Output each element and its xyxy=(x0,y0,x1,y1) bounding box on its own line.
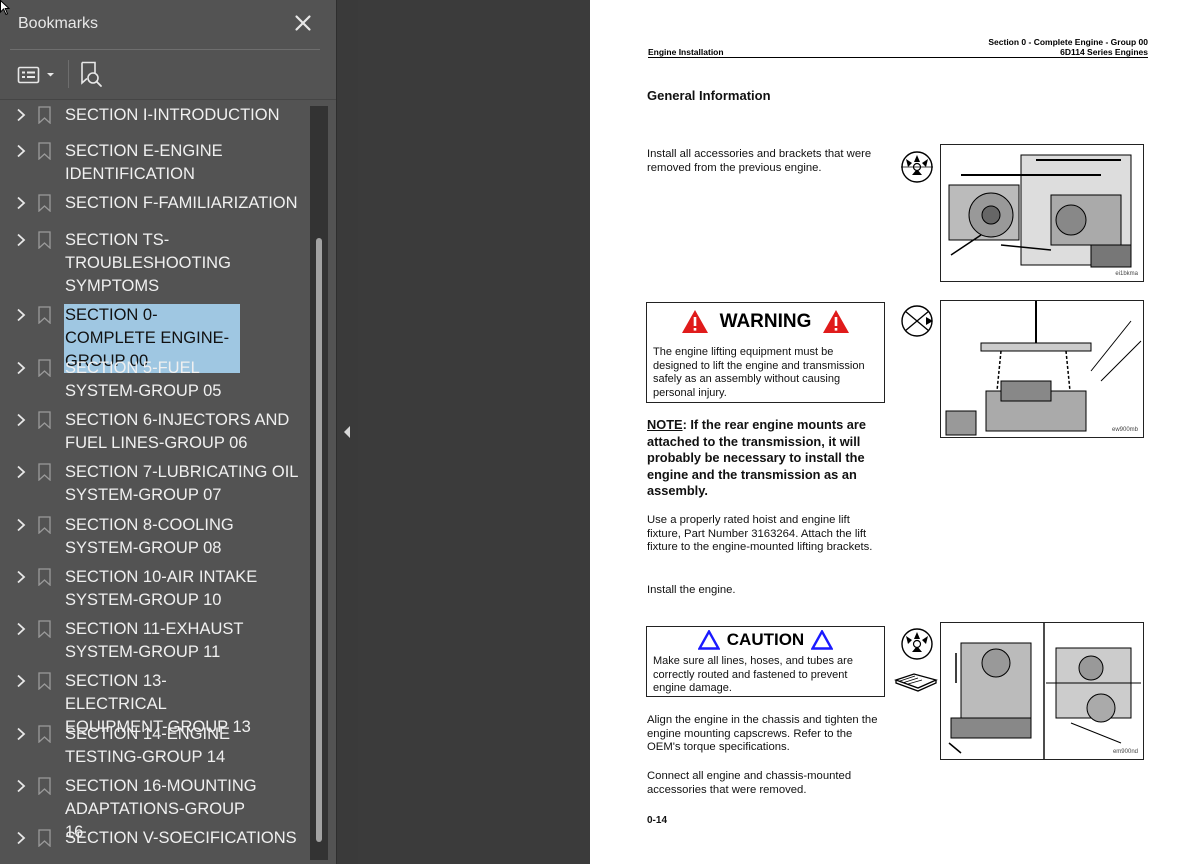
header-left-text: Engine Installation xyxy=(648,47,724,57)
bookmark-label[interactable]: SECTION V-SOECIFICATIONS xyxy=(64,827,308,850)
note-paragraph: NOTE: If the rear engine mounts are atta… xyxy=(647,417,879,500)
toolbar-separator xyxy=(68,60,69,88)
bookmark-label[interactable]: SECTION 14-ENGINE TESTING-GROUP 14 xyxy=(64,723,234,769)
chevron-right-icon[interactable] xyxy=(15,144,27,158)
paragraph-install-accessories: Install all accessories and brackets tha… xyxy=(647,148,872,174)
warning-triangle-icon xyxy=(822,310,849,333)
chevron-right-icon[interactable] xyxy=(15,622,27,636)
bookmark-icon xyxy=(38,463,51,481)
bookmarks-panel: Bookmarks SECTION I-INTRODUCTION SECTION… xyxy=(0,0,336,864)
chevron-right-icon[interactable] xyxy=(15,674,27,688)
document-viewer[interactable]: Engine Installation Section 0 - Complete… xyxy=(358,0,1200,864)
chevron-right-icon[interactable] xyxy=(15,413,27,427)
find-current-bookmark-icon xyxy=(81,61,102,87)
chevron-right-icon[interactable] xyxy=(15,570,27,584)
bookmark-icon xyxy=(38,777,51,795)
bookmarks-panel-header: Bookmarks xyxy=(0,0,336,50)
bookmark-label[interactable]: SECTION F-FAMILIARIZATION xyxy=(64,192,308,215)
bookmark-icon xyxy=(38,620,51,638)
caution-title: CAUTION xyxy=(726,630,805,649)
figure-engine-accessories: ei1bkma xyxy=(940,144,1144,282)
bookmark-label[interactable]: SECTION 7-LUBRICATING OIL SYSTEM-GROUP 0… xyxy=(64,461,304,507)
note-label: NOTE xyxy=(647,417,683,432)
caution-title-row: CAUTION xyxy=(647,629,884,650)
figure-engine-hoist: ew900mb xyxy=(940,300,1144,438)
chevron-right-icon[interactable] xyxy=(15,518,27,532)
tool-symbol-icon xyxy=(901,628,933,660)
figure-caption: em900nd xyxy=(1112,749,1138,755)
find-current-bookmark-button[interactable] xyxy=(78,60,104,88)
warning-title-row: WARNING xyxy=(647,309,884,334)
section-heading: General Information xyxy=(647,88,771,103)
manual-book-icon xyxy=(894,673,938,692)
paragraph-hoist: Use a properly rated hoist and engine li… xyxy=(647,514,873,553)
close-panel-button[interactable] xyxy=(291,11,315,35)
close-icon xyxy=(295,15,311,31)
chevron-right-icon[interactable] xyxy=(15,361,27,375)
bookmark-label[interactable]: SECTION E-ENGINE IDENTIFICATION xyxy=(64,140,308,186)
header-right-line2: 6D114 Series Engines xyxy=(1060,47,1148,57)
caution-triangle-icon xyxy=(810,629,834,650)
warning-triangle-icon xyxy=(682,310,709,333)
options-menu-icon xyxy=(17,66,54,84)
bookmark-label[interactable]: SECTION 11-EXHAUST SYSTEM-GROUP 11 xyxy=(64,618,264,664)
bookmark-label[interactable]: SECTION TS-TROUBLESHOOTING SYMPTOMS xyxy=(64,229,254,298)
warning-box: WARNING The engine lifting equipment mus… xyxy=(646,302,885,403)
mouse-cursor-icon xyxy=(0,0,10,16)
bookmark-icon xyxy=(38,568,51,586)
bookmark-icon xyxy=(38,672,51,690)
figure-caption: ew900mb xyxy=(1111,427,1138,433)
chevron-right-icon[interactable] xyxy=(15,779,27,793)
bookmark-label[interactable]: SECTION 5-FUEL SYSTEM-GROUP 05 xyxy=(64,357,244,403)
panel-splitter[interactable] xyxy=(336,0,358,864)
page-number: 0-14 xyxy=(647,815,668,826)
bookmark-icon xyxy=(38,359,51,377)
caution-triangle-icon xyxy=(697,629,721,650)
bookmark-icon xyxy=(38,194,51,212)
bookmark-icon xyxy=(38,411,51,429)
divider xyxy=(10,49,320,50)
bookmarks-toolbar xyxy=(0,52,336,98)
bookmark-label[interactable]: SECTION 8-COOLING SYSTEM-GROUP 08 xyxy=(64,514,254,560)
chevron-right-icon[interactable] xyxy=(15,108,27,122)
bookmark-label[interactable]: SECTION I-INTRODUCTION xyxy=(64,104,308,127)
engine-accessories-illustration xyxy=(948,154,1132,268)
paragraph-install-engine: Install the engine. xyxy=(647,584,736,596)
header-rule xyxy=(648,57,1148,58)
engine-hoist-illustration xyxy=(945,301,1142,436)
caution-box: CAUTION Make sure all lines, hoses, and … xyxy=(646,626,885,697)
tool-symbol-icon xyxy=(901,151,933,183)
lift-symbol-icon xyxy=(901,305,933,337)
bookmark-icon xyxy=(38,142,51,160)
chevron-right-icon[interactable] xyxy=(15,233,27,247)
chevron-right-icon[interactable] xyxy=(15,465,27,479)
caution-text: Make sure all lines, hoses, and tubes ar… xyxy=(653,655,853,695)
bookmarks-tree: SECTION I-INTRODUCTION SECTION E-ENGINE … xyxy=(0,100,310,860)
bookmark-label[interactable]: SECTION 6-INJECTORS AND FUEL LINES-GROUP… xyxy=(64,409,294,455)
pdf-page: Engine Installation Section 0 - Complete… xyxy=(590,0,1200,864)
options-menu-button[interactable] xyxy=(17,63,59,87)
bookmark-icon xyxy=(38,725,51,743)
bookmark-icon xyxy=(38,306,51,324)
bookmark-label[interactable]: SECTION 10-AIR INTAKE SYSTEM-GROUP 10 xyxy=(64,566,264,612)
figure-engine-mounts: em900nd xyxy=(940,622,1144,760)
chevron-right-icon[interactable] xyxy=(15,831,27,845)
chevron-right-icon[interactable] xyxy=(15,308,27,322)
bookmark-icon xyxy=(38,516,51,534)
warning-title: WARNING xyxy=(719,310,812,332)
bookmarks-scrollbar-thumb[interactable] xyxy=(316,238,322,842)
collapse-panel-icon[interactable] xyxy=(343,425,351,439)
bookmark-icon xyxy=(38,231,51,249)
chevron-right-icon[interactable] xyxy=(15,727,27,741)
figure-caption: ei1bkma xyxy=(1115,271,1138,277)
bookmark-icon xyxy=(38,829,51,847)
panel-title: Bookmarks xyxy=(18,15,99,32)
bookmark-icon xyxy=(38,106,51,124)
paragraph-connect-accessories: Connect all engine and chassis-mounted a… xyxy=(647,770,852,796)
warning-text: The engine lifting equipment must be des… xyxy=(653,346,865,400)
engine-mounts-illustration xyxy=(948,623,1141,759)
header-right-line1: Section 0 - Complete Engine - Group 00 xyxy=(988,37,1148,47)
chevron-right-icon[interactable] xyxy=(15,196,27,210)
paragraph-align-engine: Align the engine in the chassis and tigh… xyxy=(647,714,878,753)
